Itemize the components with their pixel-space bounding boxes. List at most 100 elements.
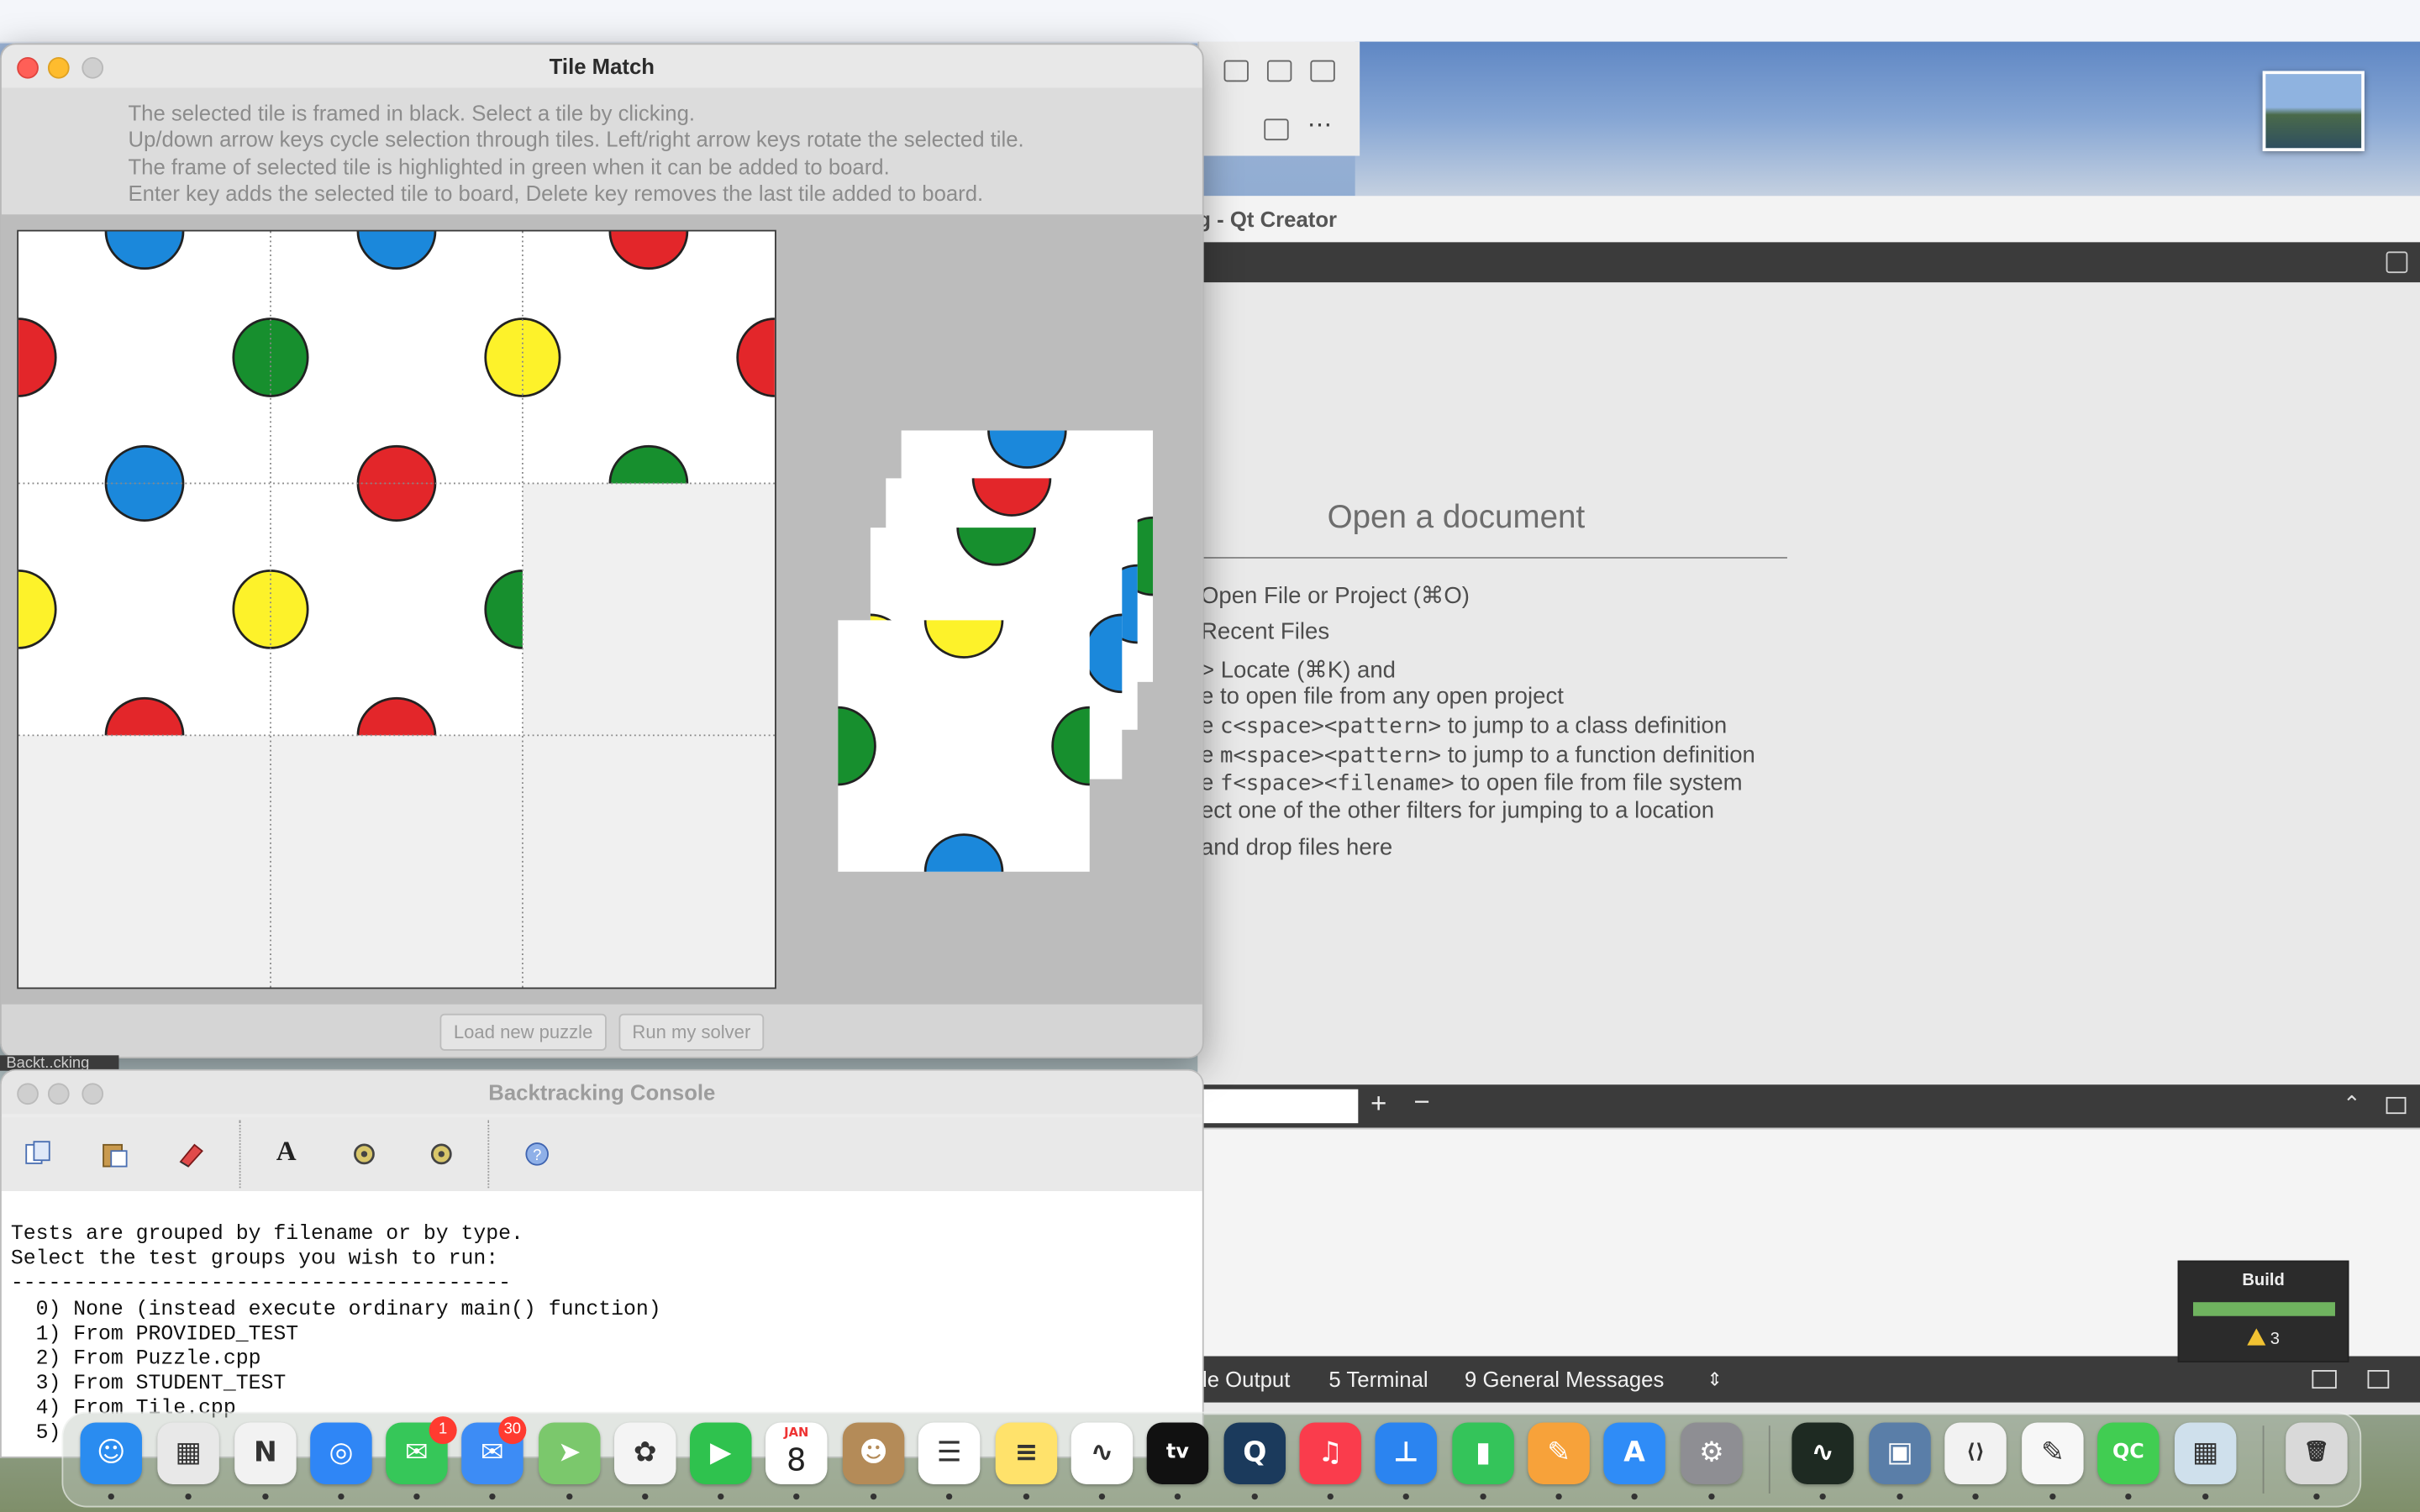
open-file-link[interactable]: Open File or Project (⌘O) xyxy=(1201,581,1470,609)
photos-icon[interactable]: ✿ xyxy=(614,1422,676,1484)
maps-icon[interactable]: ➤ xyxy=(539,1422,601,1484)
chevron-up-icon[interactable]: ⌃ xyxy=(2343,1091,2361,1117)
app-store-icon[interactable]: A xyxy=(1603,1422,1665,1484)
view-icon[interactable] xyxy=(1223,60,1249,82)
contacts-icon[interactable]: ☻ xyxy=(842,1422,905,1484)
quicktime-icon[interactable]: Q xyxy=(1223,1422,1286,1484)
facetime-icon[interactable]: ▶ xyxy=(690,1422,752,1484)
dock-separator xyxy=(2262,1425,2265,1494)
running-indicator xyxy=(108,1493,114,1500)
qt-creator-icon[interactable]: QC xyxy=(2097,1422,2160,1484)
sidebar-icon[interactable] xyxy=(1266,60,1292,82)
copy-icon[interactable] xyxy=(24,1139,55,1170)
locate-hint: e f<space><filename> to open file from f… xyxy=(1200,769,1743,796)
running-indicator xyxy=(338,1493,345,1500)
updown-icon[interactable]: ⇕ xyxy=(1707,1356,1722,1402)
running-indicator xyxy=(2202,1493,2209,1500)
instruction-line: Up/down arrow keys cycle selection throu… xyxy=(128,126,1024,151)
safari-icon[interactable]: ◎ xyxy=(310,1422,372,1484)
plus-icon[interactable]: + xyxy=(1370,1088,1386,1121)
locate-hint: e c<space><pattern> to jump to a class d… xyxy=(1200,712,1728,739)
running-indicator xyxy=(1402,1493,1409,1500)
run-solver-button[interactable]: Run my solver xyxy=(618,1013,765,1051)
running-indicator xyxy=(1631,1493,1638,1500)
sidebar-toggle-icon[interactable] xyxy=(2367,1370,2390,1389)
paste-icon[interactable] xyxy=(99,1139,130,1170)
recent-files-link[interactable]: Recent Files xyxy=(1201,619,1329,645)
finder-icon[interactable]: ☺ xyxy=(80,1422,142,1484)
mail-icon[interactable]: ✉ 30 xyxy=(461,1416,527,1484)
help-icon[interactable]: ? xyxy=(522,1139,553,1170)
gear-icon[interactable] xyxy=(349,1139,380,1170)
filter-input[interactable] xyxy=(1197,1089,1359,1124)
vscode-icon[interactable]: ⟨⟩ xyxy=(1944,1422,2007,1484)
instruction-line: The selected tile is framed in black. Se… xyxy=(128,100,696,125)
pages-icon[interactable]: ✎ xyxy=(1528,1422,1590,1484)
gear-icon[interactable] xyxy=(426,1139,457,1170)
collapse-icon[interactable] xyxy=(2386,1096,2407,1115)
screenshot-thumbnail[interactable] xyxy=(2262,71,2365,151)
load-puzzle-button[interactable]: Load new puzzle xyxy=(439,1013,607,1051)
running-indicator xyxy=(945,1493,953,1500)
tile-stack xyxy=(838,430,1154,872)
minus-icon[interactable]: − xyxy=(1413,1086,1429,1119)
console-line: 1) From PROVIDED_TEST xyxy=(10,1323,299,1347)
running-indicator xyxy=(1897,1493,1903,1500)
preview-icon[interactable]: ▣ xyxy=(1869,1422,1931,1484)
build-warnings[interactable]: 3 xyxy=(2179,1328,2347,1348)
finder-toolbar: ⋯ xyxy=(1197,41,1360,156)
menu-bar-strip xyxy=(0,0,2420,44)
toolbar-separator xyxy=(239,1120,241,1189)
panel-icon[interactable] xyxy=(2312,1370,2337,1389)
textedit-icon[interactable]: ✎ xyxy=(2022,1422,2084,1484)
keynote-icon[interactable]: ⊥ xyxy=(1375,1422,1437,1484)
split-icon[interactable] xyxy=(2386,251,2408,274)
news-icon[interactable]: N xyxy=(234,1422,297,1484)
status-compile-output[interactable]: ile Output xyxy=(1197,1356,1290,1402)
eraser-icon[interactable] xyxy=(176,1139,207,1170)
window-title: Tile Match xyxy=(549,54,655,79)
console-line: Tests are grouped by filename or by type… xyxy=(10,1223,523,1247)
system-settings-icon[interactable]: ⚙ xyxy=(1681,1422,1743,1484)
qt-top-bar xyxy=(1197,242,2420,283)
more-icon[interactable]: ⋯ xyxy=(1307,109,1332,140)
notes-icon[interactable]: ≡ xyxy=(995,1422,1058,1484)
qt-output-toolbar: + − ⌃ xyxy=(1197,1084,2420,1128)
running-indicator xyxy=(262,1493,269,1500)
console-line: 2) From Puzzle.cpp xyxy=(10,1348,261,1372)
font-icon[interactable]: A xyxy=(276,1136,297,1168)
build-progress-popup[interactable]: Build 3 xyxy=(2177,1260,2349,1362)
turtle-half xyxy=(987,430,1067,469)
tv-icon[interactable]: tv xyxy=(1146,1422,1209,1484)
status-terminal[interactable]: 5 Terminal xyxy=(1328,1356,1428,1402)
calendar-icon[interactable]: JAN 8 xyxy=(765,1422,828,1484)
music-icon[interactable]: ♫ xyxy=(1299,1422,1361,1484)
running-indicator xyxy=(1174,1493,1181,1500)
trash-icon[interactable]: 🗑 xyxy=(2286,1422,2348,1484)
puzzle-canvas xyxy=(1,214,1202,1005)
title-bar: Tile Match xyxy=(1,45,1202,88)
split-view-icon[interactable] xyxy=(1264,118,1289,141)
grapher-icon[interactable]: ▦ xyxy=(2174,1422,2237,1484)
freeform-icon[interactable]: ∿ xyxy=(1071,1422,1134,1484)
numbers-icon[interactable]: ▮ xyxy=(1452,1422,1514,1484)
locate-hint: ect one of the other filters for jumping… xyxy=(1200,797,1715,824)
wallpaper-sky xyxy=(1355,41,2420,197)
backtracking-console-window: Backtracking Console A ? Tests are group… xyxy=(0,1068,1204,1458)
messages-icon[interactable]: ✉ 1 xyxy=(386,1416,457,1484)
reminders-icon[interactable]: ☰ xyxy=(918,1422,981,1484)
running-indicator xyxy=(1819,1493,1826,1500)
activity-monitor-icon[interactable]: ∿ xyxy=(1791,1422,1854,1484)
dock-separator xyxy=(1768,1425,1770,1494)
running-indicator xyxy=(1023,1493,1030,1500)
console-line: Select the test groups you wish to run: xyxy=(10,1247,499,1272)
running-indicator xyxy=(1327,1493,1334,1500)
status-general-messages[interactable]: 9 General Messages xyxy=(1465,1356,1664,1402)
build-label: Build xyxy=(2242,1271,2285,1290)
running-indicator xyxy=(489,1493,496,1500)
launchpad-icon[interactable]: ▦ xyxy=(157,1422,219,1484)
gallery-icon[interactable] xyxy=(1310,60,1335,82)
console-line: 0) None (instead execute ordinary main()… xyxy=(10,1299,661,1323)
console-line: 5) xyxy=(10,1422,61,1446)
console-title: Backtracking Console xyxy=(488,1079,716,1105)
